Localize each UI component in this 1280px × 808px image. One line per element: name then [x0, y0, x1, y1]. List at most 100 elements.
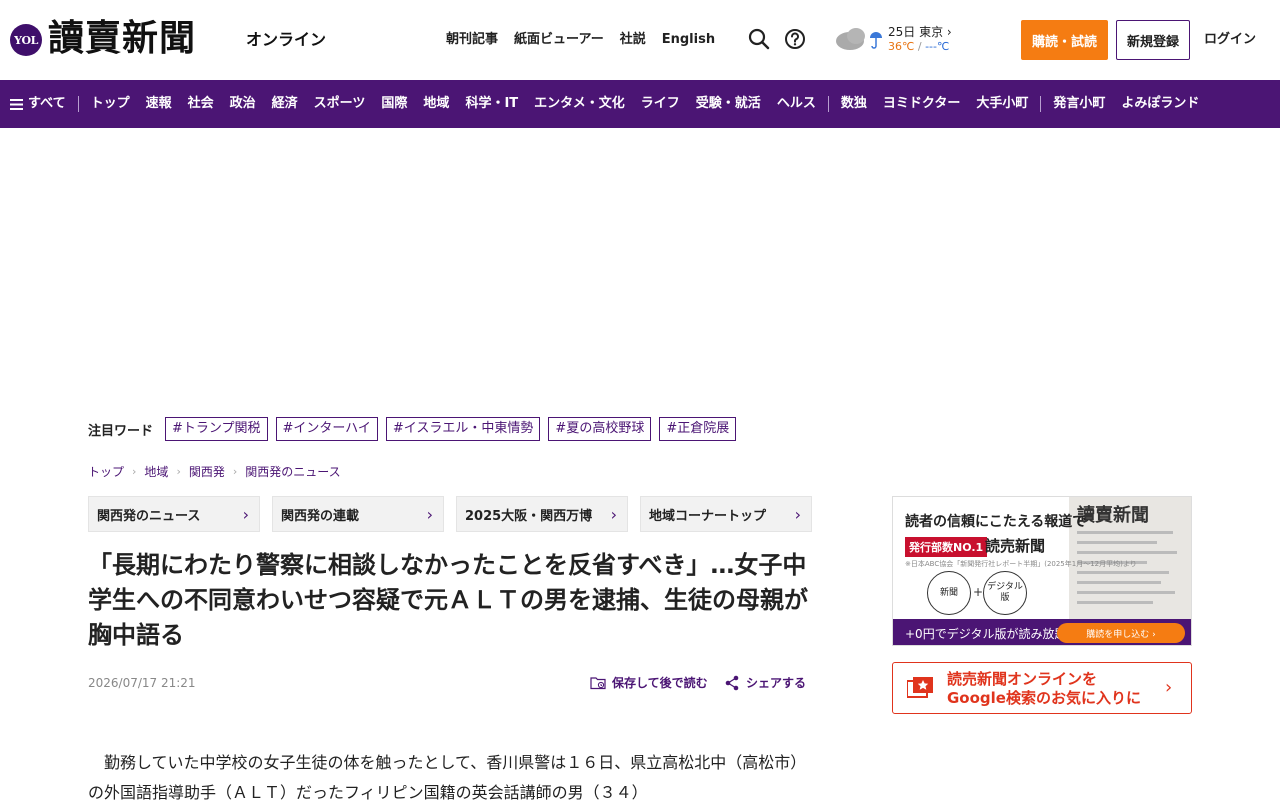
- trending-tag[interactable]: #トランプ関税: [165, 417, 268, 441]
- ad-brand: 読売新聞: [985, 537, 1046, 555]
- login-link[interactable]: ログイン: [1204, 30, 1256, 50]
- ad-headline: 読者の信頼にこたえる報道で: [905, 514, 1087, 530]
- breadcrumb-item[interactable]: 関西発: [189, 463, 225, 480]
- topnav-editorial[interactable]: 社説: [620, 30, 646, 50]
- section-link-kansai-series[interactable]: 関西発の連載 ›: [272, 496, 444, 532]
- ad-bottom-bar: +0円でデジタル版が読み放題! 購読を申し込む ›: [893, 619, 1191, 645]
- search-icon[interactable]: [748, 28, 770, 50]
- site-header: YOL 讀賣新聞 オンライン 朝刊記事 紙面ビューアー 社説 English 2…: [0, 0, 1280, 80]
- newspaper-line: [1077, 571, 1169, 574]
- register-button[interactable]: 新規登録: [1116, 20, 1190, 60]
- section-link-region-top[interactable]: 地域コーナートップ ›: [640, 496, 812, 532]
- section-link-label: 関西発のニュース: [97, 508, 201, 524]
- chevron-right-icon: ›: [426, 504, 433, 524]
- newspaper-line: [1077, 581, 1161, 584]
- nav-science-it[interactable]: 科学・IT: [457, 80, 526, 128]
- newspaper-line: [1077, 551, 1177, 554]
- ad-circle-digital: デジタル版: [983, 571, 1027, 615]
- google-favorite-banner[interactable]: 読売新聞オンラインを Google検索のお気に入りに ›: [892, 662, 1192, 714]
- ad-paper-title: 讀賣新聞: [1077, 505, 1149, 526]
- google-favorite-line-2: Google検索のお気に入りに: [947, 689, 1141, 707]
- nav-politics[interactable]: 政治: [222, 80, 264, 128]
- save-for-later-button[interactable]: 保存して後で読む: [590, 674, 708, 691]
- category-nav: すべて トップ 速報 社会 政治 経済 スポーツ 国際 地域 科学・IT エンタ…: [0, 80, 1280, 128]
- ad-plus: +: [973, 585, 984, 599]
- temp-high: 36℃: [888, 40, 915, 53]
- nav-top[interactable]: トップ: [83, 80, 138, 128]
- logo-badge[interactable]: YOL: [10, 24, 42, 56]
- site-logo[interactable]: 讀賣新聞: [48, 14, 196, 62]
- nav-all[interactable]: すべて: [0, 80, 74, 128]
- nav-yomipo-land[interactable]: よみぽランド: [1113, 80, 1207, 128]
- nav-life[interactable]: ライフ: [633, 80, 688, 128]
- google-favorite-text: 読売新聞オンラインを Google検索のお気に入りに: [947, 670, 1141, 708]
- trending-tag[interactable]: #正倉院展: [659, 417, 737, 441]
- chevron-right-icon: ›: [1165, 677, 1173, 698]
- section-links: 関西発のニュース › 関西発の連載 › 2025大阪・関西万博 › 地域コーナートップ…: [88, 496, 812, 532]
- newspaper-line: [1077, 541, 1157, 544]
- help-icon[interactable]: [784, 28, 806, 50]
- nav-yomidr[interactable]: ヨミドクター: [875, 80, 968, 128]
- newspaper-line: [1077, 601, 1153, 604]
- topnav-english[interactable]: English: [662, 30, 715, 50]
- newspaper-line: [1077, 531, 1173, 534]
- section-link-kansai-news[interactable]: 関西発のニュース ›: [88, 496, 260, 532]
- breadcrumb-item[interactable]: 関西発のニュース: [245, 463, 340, 480]
- breadcrumb-item[interactable]: 地域: [144, 463, 168, 480]
- section-link-expo[interactable]: 2025大阪・関西万博 ›: [456, 496, 628, 532]
- article-title: 「長期にわたり警察に相談しなかったことを反省すべき」…女子中学生への不同意わいせ…: [88, 551, 808, 649]
- trending-tag[interactable]: #イスラエル・中東情勢: [385, 417, 541, 441]
- top-nav: 朝刊記事 紙面ビューアー 社説 English: [446, 30, 715, 50]
- share-button[interactable]: シェアする: [724, 674, 806, 691]
- share-label: シェアする: [746, 676, 807, 690]
- trending-label: 注目ワード: [88, 423, 154, 439]
- chevron-right-icon: ›: [794, 504, 801, 524]
- section-link-label: 関西発の連載: [281, 508, 360, 524]
- nav-economy[interactable]: 経済: [264, 80, 306, 128]
- nav-sudoku[interactable]: 数独: [833, 80, 875, 128]
- save-label: 保存して後で読む: [612, 676, 708, 690]
- trending-tag[interactable]: #インターハイ: [275, 417, 378, 441]
- topnav-viewer[interactable]: 紙面ビューアー: [514, 30, 604, 50]
- weather-temperature: 36℃ / ---℃: [888, 40, 949, 54]
- nav-divider: [77, 96, 79, 112]
- folder-clock-icon: [590, 676, 606, 689]
- breadcrumb-chevron-icon: ›: [232, 465, 238, 478]
- breadcrumb-chevron-icon: ›: [176, 465, 181, 478]
- subscribe-button[interactable]: 購読・試読: [1021, 20, 1108, 60]
- section-link-label: 2025大阪・関西万博: [465, 508, 593, 524]
- nav-local[interactable]: 地域: [415, 80, 457, 128]
- nav-all-label: すべて: [28, 96, 66, 111]
- nav-hatsugen-komachi[interactable]: 発言小町: [1045, 80, 1113, 128]
- nav-society[interactable]: 社会: [180, 80, 222, 128]
- weather-date-city[interactable]: 25日 東京 ›: [888, 24, 952, 40]
- topnav-morning-edition[interactable]: 朝刊記事: [446, 30, 498, 50]
- bookmark-star-icon: [907, 677, 933, 698]
- cloud-rain-icon[interactable]: [834, 26, 884, 54]
- article-date: 2026/07/17 21:21: [88, 676, 196, 690]
- nav-health[interactable]: ヘルス: [769, 80, 824, 128]
- breadcrumb-item[interactable]: トップ: [88, 463, 124, 480]
- nav-breaking[interactable]: 速報: [138, 80, 180, 128]
- menu-icon: [10, 98, 23, 110]
- ad-cta-button[interactable]: 購読を申し込む ›: [1057, 623, 1185, 643]
- nav-entertainment[interactable]: エンタメ・文化: [526, 80, 633, 128]
- temp-low: ---℃: [925, 40, 950, 53]
- nav-divider: [1040, 96, 1042, 112]
- nav-world[interactable]: 国際: [373, 80, 415, 128]
- nav-divider: [827, 96, 829, 112]
- newspaper-line: [1077, 591, 1175, 594]
- share-icon: [725, 675, 739, 690]
- trending-tag[interactable]: #夏の高校野球: [548, 417, 652, 441]
- google-favorite-line-1: 読売新聞オンラインを: [947, 670, 1098, 688]
- ad-circle-newspaper: 新聞: [927, 571, 971, 615]
- site-logo-sub[interactable]: オンライン: [246, 28, 326, 52]
- ad-bottom-text: +0円でデジタル版が読み放題!: [905, 626, 1072, 641]
- nav-exam-jobs[interactable]: 受験・就活: [688, 80, 769, 128]
- nav-sports[interactable]: スポーツ: [306, 80, 374, 128]
- subscription-ad-banner[interactable]: 讀賣新聞 読者の信頼にこたえる報道で 発行部数NO.1 読売新聞 ※日本ABC協…: [892, 496, 1192, 646]
- article-body: 勤務していた中学校の女子生徒の体を触ったとして、香川県警は１６日、県立高松北中（…: [88, 753, 807, 802]
- chevron-right-icon: ›: [242, 504, 249, 524]
- nav-otekomachi[interactable]: 大手小町: [968, 80, 1036, 128]
- section-link-label: 地域コーナートップ: [649, 508, 767, 524]
